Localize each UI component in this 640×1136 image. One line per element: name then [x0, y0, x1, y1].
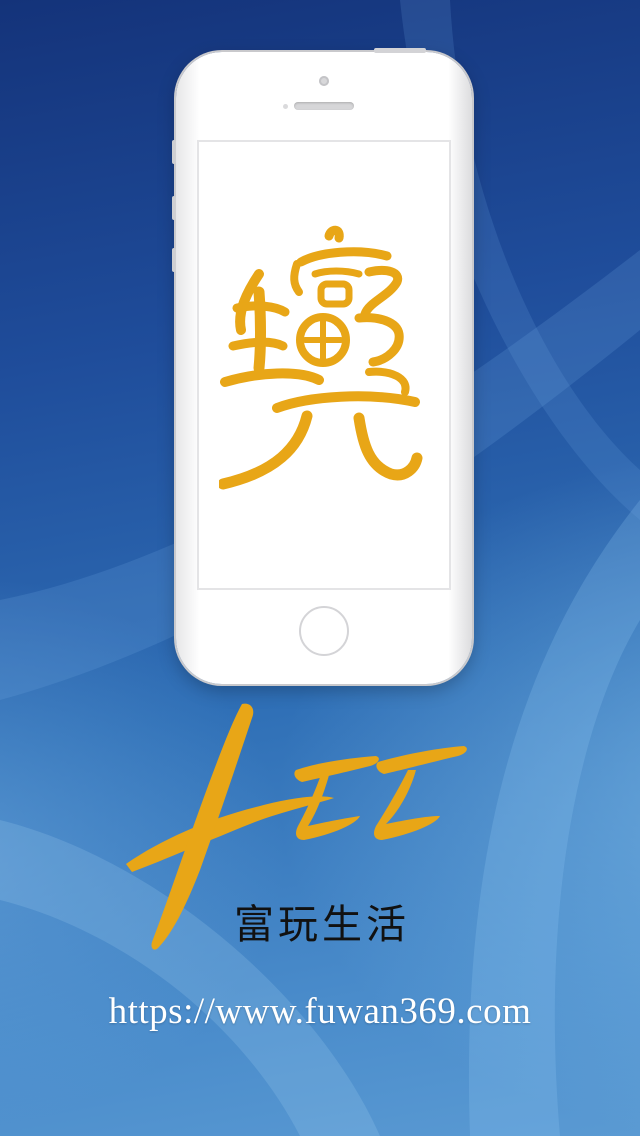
- calligraphy-logo-icon: [219, 225, 423, 490]
- earpiece-speaker: [294, 102, 354, 110]
- brand-name-chinese: 富玩生活: [234, 902, 410, 948]
- home-button: [299, 606, 349, 656]
- website-url[interactable]: https://www.fuwan369.com: [0, 990, 640, 1033]
- phone-mockup: [172, 48, 472, 684]
- power-button: [374, 48, 426, 53]
- volume-up-button: [172, 196, 176, 220]
- front-camera: [319, 76, 329, 86]
- mute-switch: [172, 140, 176, 164]
- proximity-sensor: [283, 104, 288, 109]
- phone-screen: [197, 140, 451, 590]
- volume-down-button: [172, 248, 176, 272]
